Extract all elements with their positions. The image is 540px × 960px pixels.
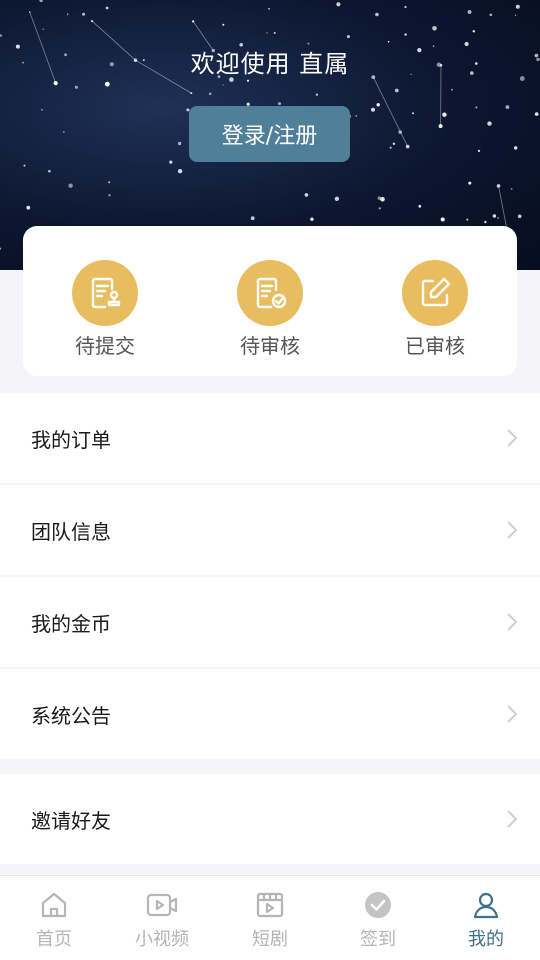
status-pending-review[interactable]: 待审核 <box>210 260 330 359</box>
menu-item-coins[interactable]: 我的金币 <box>0 577 540 667</box>
login-register-button[interactable]: 登录/注册 <box>189 106 350 162</box>
menu-item-invite[interactable]: 邀请好友 <box>0 774 540 864</box>
profile-page: 欢迎使用 直属 登录/注册 待提交 待审核 已审核 我的订单 团队信息 我的金币… <box>0 0 540 960</box>
status-card: 待提交 待审核 已审核 <box>23 226 517 376</box>
menu-item-label: 邀请好友 <box>31 808 111 833</box>
edit-icon <box>421 277 451 307</box>
check-circle-icon <box>365 892 391 918</box>
chevron-right-icon <box>507 521 518 539</box>
chevron-right-icon <box>507 705 518 723</box>
tab-drama[interactable]: 短剧 <box>216 876 324 960</box>
status-label: 待审核 <box>240 334 300 358</box>
status-label: 已审核 <box>405 334 465 358</box>
chevron-right-icon <box>507 429 518 447</box>
status-reviewed[interactable]: 已审核 <box>375 260 495 359</box>
menu-item-label: 我的订单 <box>31 427 111 452</box>
menu-item-orders[interactable]: 我的订单 <box>0 393 540 483</box>
status-reviewed-circle <box>402 260 468 326</box>
status-pending-submit[interactable]: 待提交 <box>45 260 165 359</box>
video-icon <box>146 893 178 917</box>
home-icon <box>41 892 67 918</box>
menu-item-label: 我的金币 <box>31 611 111 636</box>
menu-item-announcements[interactable]: 系统公告 <box>0 669 540 759</box>
tab-label: 签到 <box>360 929 396 950</box>
status-label: 待提交 <box>75 334 135 358</box>
tab-label: 短剧 <box>252 929 288 950</box>
chevron-right-icon <box>507 613 518 631</box>
menu-item-team[interactable]: 团队信息 <box>0 485 540 575</box>
chevron-right-icon <box>507 810 518 828</box>
document-stamp-icon <box>91 277 121 309</box>
tab-label: 小视频 <box>135 929 189 950</box>
bottom-tab-bar: 首页 小视频 短剧 签到 我的 <box>0 875 540 960</box>
film-icon <box>256 892 284 918</box>
tab-check-in[interactable]: 签到 <box>324 876 432 960</box>
user-icon <box>473 892 499 919</box>
tab-label: 我的 <box>468 929 504 950</box>
tab-short-video[interactable]: 小视频 <box>108 876 216 960</box>
status-pending-submit-circle <box>72 260 138 326</box>
tab-mine[interactable]: 我的 <box>432 876 540 960</box>
status-pending-review-circle <box>237 260 303 326</box>
document-check-icon <box>256 277 287 309</box>
menu-item-label: 团队信息 <box>31 519 111 544</box>
tab-home[interactable]: 首页 <box>0 876 108 960</box>
tab-label: 首页 <box>36 929 72 950</box>
welcome-text: 欢迎使用 直属 <box>190 50 350 78</box>
menu-item-label: 系统公告 <box>31 703 111 728</box>
